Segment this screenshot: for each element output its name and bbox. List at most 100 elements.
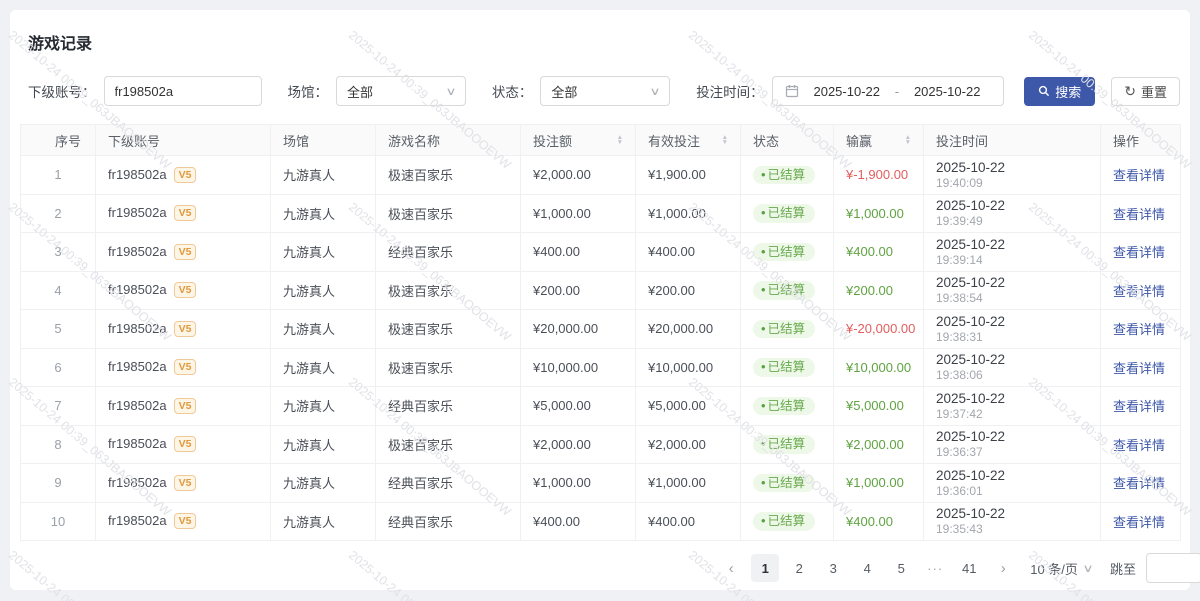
cell-action: 查看详情 xyxy=(1101,425,1181,464)
view-details-link[interactable]: 查看详情 xyxy=(1113,322,1165,337)
column-header-5[interactable]: 投注额▲▼ xyxy=(521,125,636,156)
bet-time: 19:37:42 xyxy=(936,407,1088,421)
page-size-select[interactable]: 10 条/页∨ xyxy=(1030,559,1092,578)
account-name: fr198502a xyxy=(108,475,167,490)
cell-venue: 九游真人 xyxy=(271,348,376,387)
cell-game-name: 经典百家乐 xyxy=(376,502,521,541)
cell-bet-amount: ¥1,000.00 xyxy=(521,194,636,233)
bet-date: 2025-10-22 xyxy=(936,429,1088,445)
status-text: 已结算 xyxy=(768,169,806,182)
cell-valid-bet: ¥10,000.00 xyxy=(636,348,741,387)
status-text: 已结算 xyxy=(768,515,806,528)
cell-win-loss: ¥1,000.00 xyxy=(834,194,924,233)
bet-time: 19:38:31 xyxy=(936,330,1088,344)
sort-icon[interactable]: ▲▼ xyxy=(617,135,623,145)
view-details-link[interactable]: 查看详情 xyxy=(1113,361,1165,376)
cell-bet-amount: ¥400.00 xyxy=(521,502,636,541)
bet-date: 2025-10-22 xyxy=(936,237,1088,253)
cell-action: 查看详情 xyxy=(1101,233,1181,272)
win-loss-amount: ¥10,000.00 xyxy=(846,360,911,375)
bet-date: 2025-10-22 xyxy=(936,391,1088,407)
cell-account: fr198502aV5 xyxy=(96,502,271,541)
sort-icon[interactable]: ▲▼ xyxy=(722,135,728,145)
view-details-link[interactable]: 查看详情 xyxy=(1113,168,1165,183)
next-page-button[interactable]: › xyxy=(989,554,1017,582)
table-row: 7fr198502aV5九游真人经典百家乐¥5,000.00¥5,000.00•… xyxy=(21,387,1181,426)
table-row: 9fr198502aV5九游真人经典百家乐¥1,000.00¥1,000.00•… xyxy=(21,464,1181,503)
page-button-1[interactable]: 1 xyxy=(751,554,779,582)
date-end: 2025-10-22 xyxy=(903,84,991,99)
bet-time: 19:38:06 xyxy=(936,368,1088,382)
win-loss-amount: ¥-1,900.00 xyxy=(846,167,908,182)
column-header-label: 场馆 xyxy=(283,131,363,150)
bet-time-label: 投注时间： xyxy=(696,81,764,101)
sort-icon[interactable]: ▲▼ xyxy=(905,135,911,145)
status-text: 已结算 xyxy=(768,246,806,259)
column-header-label: 有效投注▲▼ xyxy=(648,131,728,150)
column-header-9: 投注时间 xyxy=(924,125,1101,156)
view-details-link[interactable]: 查看详情 xyxy=(1113,399,1165,414)
view-details-link[interactable]: 查看详情 xyxy=(1113,438,1165,453)
date-range-picker[interactable]: 2025-10-22 - 2025-10-22 xyxy=(772,76,1005,106)
status-text: 已结算 xyxy=(768,477,806,490)
view-details-link[interactable]: 查看详情 xyxy=(1113,207,1165,222)
view-details-link[interactable]: 查看详情 xyxy=(1113,245,1165,260)
account-name: fr198502a xyxy=(108,244,167,259)
prev-page-button[interactable]: ‹ xyxy=(717,554,745,582)
page-button-2[interactable]: 2 xyxy=(785,554,813,582)
cell-game-name: 极速百家乐 xyxy=(376,310,521,349)
cell-game-name: 极速百家乐 xyxy=(376,271,521,310)
page-ellipsis[interactable]: ··· xyxy=(921,554,949,582)
jump-to-page-input[interactable] xyxy=(1146,553,1200,583)
cell-bet-time: 2025-10-2219:39:49 xyxy=(924,194,1101,233)
cell-venue: 九游真人 xyxy=(271,156,376,195)
column-header-text: 下级账号 xyxy=(108,131,160,150)
status-badge: •已结算 xyxy=(753,243,815,262)
account-name: fr198502a xyxy=(108,282,167,297)
column-header-8[interactable]: 输赢▲▼ xyxy=(834,125,924,156)
cell-status: •已结算 xyxy=(741,387,834,426)
page-button-41[interactable]: 41 xyxy=(955,554,983,582)
account-input[interactable] xyxy=(104,76,262,106)
chevron-down-icon: ∨ xyxy=(445,85,456,98)
column-header-6[interactable]: 有效投注▲▼ xyxy=(636,125,741,156)
vip-level-badge: V5 xyxy=(174,244,197,260)
cell-bet-amount: ¥400.00 xyxy=(521,233,636,272)
view-details-link[interactable]: 查看详情 xyxy=(1113,515,1165,530)
cell-venue: 九游真人 xyxy=(271,194,376,233)
bet-date: 2025-10-22 xyxy=(936,314,1088,330)
page-button-5[interactable]: 5 xyxy=(887,554,915,582)
search-button[interactable]: 搜索 xyxy=(1024,77,1095,106)
cell-valid-bet: ¥1,000.00 xyxy=(636,194,741,233)
status-badge: •已结算 xyxy=(753,358,815,377)
page-button-3[interactable]: 3 xyxy=(819,554,847,582)
column-header-10: 操作 xyxy=(1101,125,1181,156)
table-row: 8fr198502aV5九游真人极速百家乐¥2,000.00¥2,000.00•… xyxy=(21,425,1181,464)
cell-index: 7 xyxy=(21,387,96,426)
venue-select-value: 全部 xyxy=(347,82,373,101)
page-button-4[interactable]: 4 xyxy=(853,554,881,582)
cell-win-loss: ¥-1,900.00 xyxy=(834,156,924,195)
view-details-link[interactable]: 查看详情 xyxy=(1113,476,1165,491)
cell-account: fr198502aV5 xyxy=(96,425,271,464)
jump-to-label: 跳至 xyxy=(1110,559,1136,578)
status-badge: •已结算 xyxy=(753,435,815,454)
venue-select[interactable]: 全部 ∨ xyxy=(336,76,466,106)
cell-game-name: 极速百家乐 xyxy=(376,194,521,233)
cell-valid-bet: ¥20,000.00 xyxy=(636,310,741,349)
cell-status: •已结算 xyxy=(741,156,834,195)
view-details-link[interactable]: 查看详情 xyxy=(1113,284,1165,299)
cell-game-name: 极速百家乐 xyxy=(376,425,521,464)
cell-bet-time: 2025-10-2219:36:37 xyxy=(924,425,1101,464)
cell-status: •已结算 xyxy=(741,502,834,541)
table-row: 3fr198502aV5九游真人经典百家乐¥400.00¥400.00•已结算¥… xyxy=(21,233,1181,272)
column-header-label: 投注时间 xyxy=(936,131,1088,150)
status-select[interactable]: 全部 ∨ xyxy=(540,76,670,106)
reset-button[interactable]: ↻ 重置 xyxy=(1111,77,1180,106)
column-header-label: 序号 xyxy=(55,131,83,150)
cell-valid-bet: ¥5,000.00 xyxy=(636,387,741,426)
cell-index: 9 xyxy=(21,464,96,503)
sort-down-icon: ▼ xyxy=(722,140,728,145)
cell-bet-time: 2025-10-2219:37:42 xyxy=(924,387,1101,426)
bet-date: 2025-10-22 xyxy=(936,352,1088,368)
